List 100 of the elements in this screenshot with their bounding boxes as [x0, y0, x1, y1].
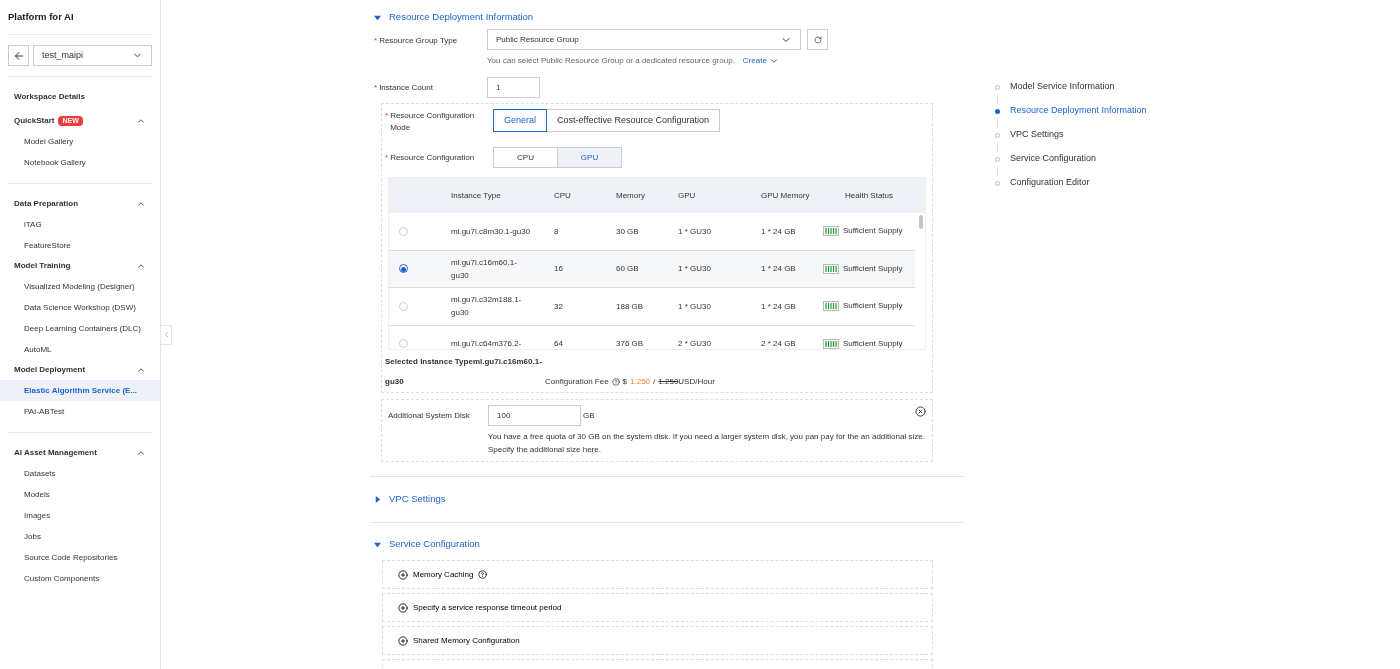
- table-cell-text: 16: [554, 263, 564, 276]
- table-cell-text: 1 * 24 GB: [761, 225, 797, 238]
- field-label-text: Resource Group Type: [379, 35, 458, 47]
- table-cell-text: 1 * GU30: [678, 263, 712, 276]
- resource-group-select[interactable]: Public Resource Group: [487, 29, 801, 50]
- required-mark: *: [374, 35, 378, 47]
- nav-item[interactable]: PAI-ABTest: [0, 401, 160, 423]
- nav-item[interactable]: Source Code Repositories: [0, 547, 160, 569]
- panel-title: Specify a service response timeout period: [413, 601, 562, 614]
- section-header[interactable]: Service Configuration: [370, 537, 484, 552]
- column-header: GPU: [678, 190, 697, 202]
- selected-instance-text: Selected Instance Typeml.gu7i.c16m60.1-gu30: [385, 356, 543, 388]
- table-cell: Sufficient Supply: [843, 262, 903, 275]
- table-cell-text: ml.gu7i.c8m30.1-gu30: [451, 225, 532, 238]
- nav-group-header[interactable]: Data Preparation: [8, 194, 152, 215]
- nav-group-header[interactable]: Model Deployment: [8, 360, 152, 381]
- anchor-link[interactable]: VPC Settings: [1010, 128, 1064, 142]
- table-cell-text: 2 * 24 GB: [761, 338, 797, 349]
- column-header: GPU Memory: [761, 190, 811, 202]
- group-label: Model Training: [14, 260, 71, 273]
- table-cell-text: 1 * GU30: [678, 225, 712, 238]
- anchor-link[interactable]: Model Service Information: [1010, 80, 1115, 94]
- nav-group-header[interactable]: AI Asset Management: [8, 443, 152, 464]
- collapsible-panel[interactable]: Specify a service response timeout period: [382, 593, 933, 623]
- radio-button[interactable]: [399, 264, 408, 274]
- unit-text: GB: [583, 409, 595, 422]
- collapsible-panel[interactable]: Memory Caching: [382, 560, 933, 590]
- signal-bars-icon: [823, 338, 839, 349]
- nav-item[interactable]: FeatureStore: [0, 235, 160, 257]
- section-header[interactable]: VPC Settings: [370, 492, 450, 507]
- section-header[interactable]: Resource Deployment Information: [370, 7, 538, 27]
- segment-tab[interactable]: GPU: [557, 147, 622, 168]
- nav-item[interactable]: Custom Components: [0, 568, 160, 590]
- table-cell-text: ml.gu7i.c32m188.1-gu30: [451, 294, 523, 320]
- caret-down-icon: [374, 540, 381, 548]
- nav-item[interactable]: Notebook Gallery: [0, 152, 160, 174]
- system-disk-input[interactable]: 100: [488, 405, 581, 426]
- column-header: Instance Type: [451, 190, 502, 202]
- workspace-select[interactable]: test_maipi: [33, 45, 152, 67]
- group-label: AI Asset Management: [14, 447, 97, 460]
- table-cell-text: 64: [554, 338, 564, 349]
- nav-item[interactable]: Visualized Modeling (Designer): [0, 276, 160, 298]
- panel-title: Shared Memory Configuration: [413, 634, 520, 647]
- nav-item[interactable]: Elastic Algorithm Service (E...: [0, 380, 160, 402]
- collapsible-panel[interactable]: Shared Memory Configuration: [382, 626, 933, 656]
- plus-icon: [398, 602, 408, 613]
- anchor-link[interactable]: Configuration Editor: [1010, 176, 1090, 190]
- nav-item[interactable]: Jobs: [0, 526, 160, 548]
- back-button[interactable]: [8, 45, 29, 67]
- table-cell-text: 1 * GU30: [678, 300, 712, 313]
- table-cell-text: 2 * GU30: [678, 338, 712, 349]
- instance-count-input[interactable]: 1: [487, 77, 540, 98]
- nav-group-header[interactable]: Model Training: [8, 256, 152, 277]
- table-cell-text: 32: [554, 300, 564, 313]
- column-header: Memory: [616, 190, 646, 202]
- separator-text: /: [653, 376, 656, 388]
- nav-item[interactable]: Deep Learning Containers (DLC): [0, 318, 160, 340]
- segment-tab[interactable]: Cost-effective Resource Configuration: [546, 109, 720, 132]
- anchor-link[interactable]: Service Configuration: [1010, 152, 1097, 166]
- nav-item[interactable]: Models: [0, 484, 160, 506]
- create-link[interactable]: Create: [742, 55, 779, 67]
- table-cell: Sufficient Supply: [843, 337, 903, 349]
- group-label: QuickStart: [14, 115, 55, 128]
- fee-price: 1.250: [630, 376, 651, 388]
- table-cell-text: ml.gu7i.c16m60.1-gu30: [451, 256, 518, 282]
- anchor-link[interactable]: Resource Deployment Information: [1010, 104, 1147, 118]
- required-mark: *: [385, 151, 389, 164]
- currency-text: $: [622, 376, 628, 388]
- nav-item[interactable]: AutoML: [0, 339, 160, 361]
- price-unit: USD/Hour: [678, 376, 715, 388]
- refresh-button[interactable]: [807, 29, 828, 50]
- close-icon[interactable]: [915, 406, 926, 417]
- collapse-handle[interactable]: [160, 324, 172, 345]
- segment-tab[interactable]: General: [493, 109, 548, 132]
- signal-bars-icon: [823, 263, 839, 274]
- caret-right-icon: [374, 496, 381, 503]
- table-cell-text: 1 * 24 GB: [761, 263, 797, 276]
- table-cell: Sufficient Supply: [843, 225, 903, 238]
- table-cell-text: 376 GB: [616, 338, 645, 349]
- nav-item[interactable]: Datasets: [0, 463, 160, 485]
- plus-icon: [398, 635, 408, 646]
- nav-item[interactable]: Model Gallery: [0, 131, 160, 153]
- original-price: 1.250: [658, 376, 679, 388]
- field-hint: You can select Public Resource Group or a dedicated resource group.: [487, 55, 735, 67]
- signal-bars-icon: [823, 301, 839, 312]
- table-cell-text: 60 GB: [616, 263, 640, 276]
- caret-down-icon: [374, 13, 381, 21]
- group-label: Model Deployment: [14, 364, 86, 377]
- table-cell-text: 8: [554, 225, 560, 238]
- table-cell-text: 188 GB: [616, 300, 645, 313]
- field-label-text: Resource Configuration: [390, 151, 475, 164]
- segment-tab[interactable]: CPU: [493, 147, 558, 168]
- field-label-text: Instance Count: [379, 81, 433, 94]
- workspace-details-link[interactable]: Workspace Details: [8, 77, 152, 112]
- scrollbar-thumb[interactable]: [919, 215, 923, 229]
- nav-item[interactable]: Images: [0, 505, 160, 527]
- nav-item[interactable]: Data Science Workshop (DSW): [0, 297, 160, 319]
- arrow-left-icon: [12, 49, 25, 62]
- table-cell: Sufficient Supply: [843, 300, 903, 313]
- nav-item[interactable]: iTAG: [0, 214, 160, 236]
